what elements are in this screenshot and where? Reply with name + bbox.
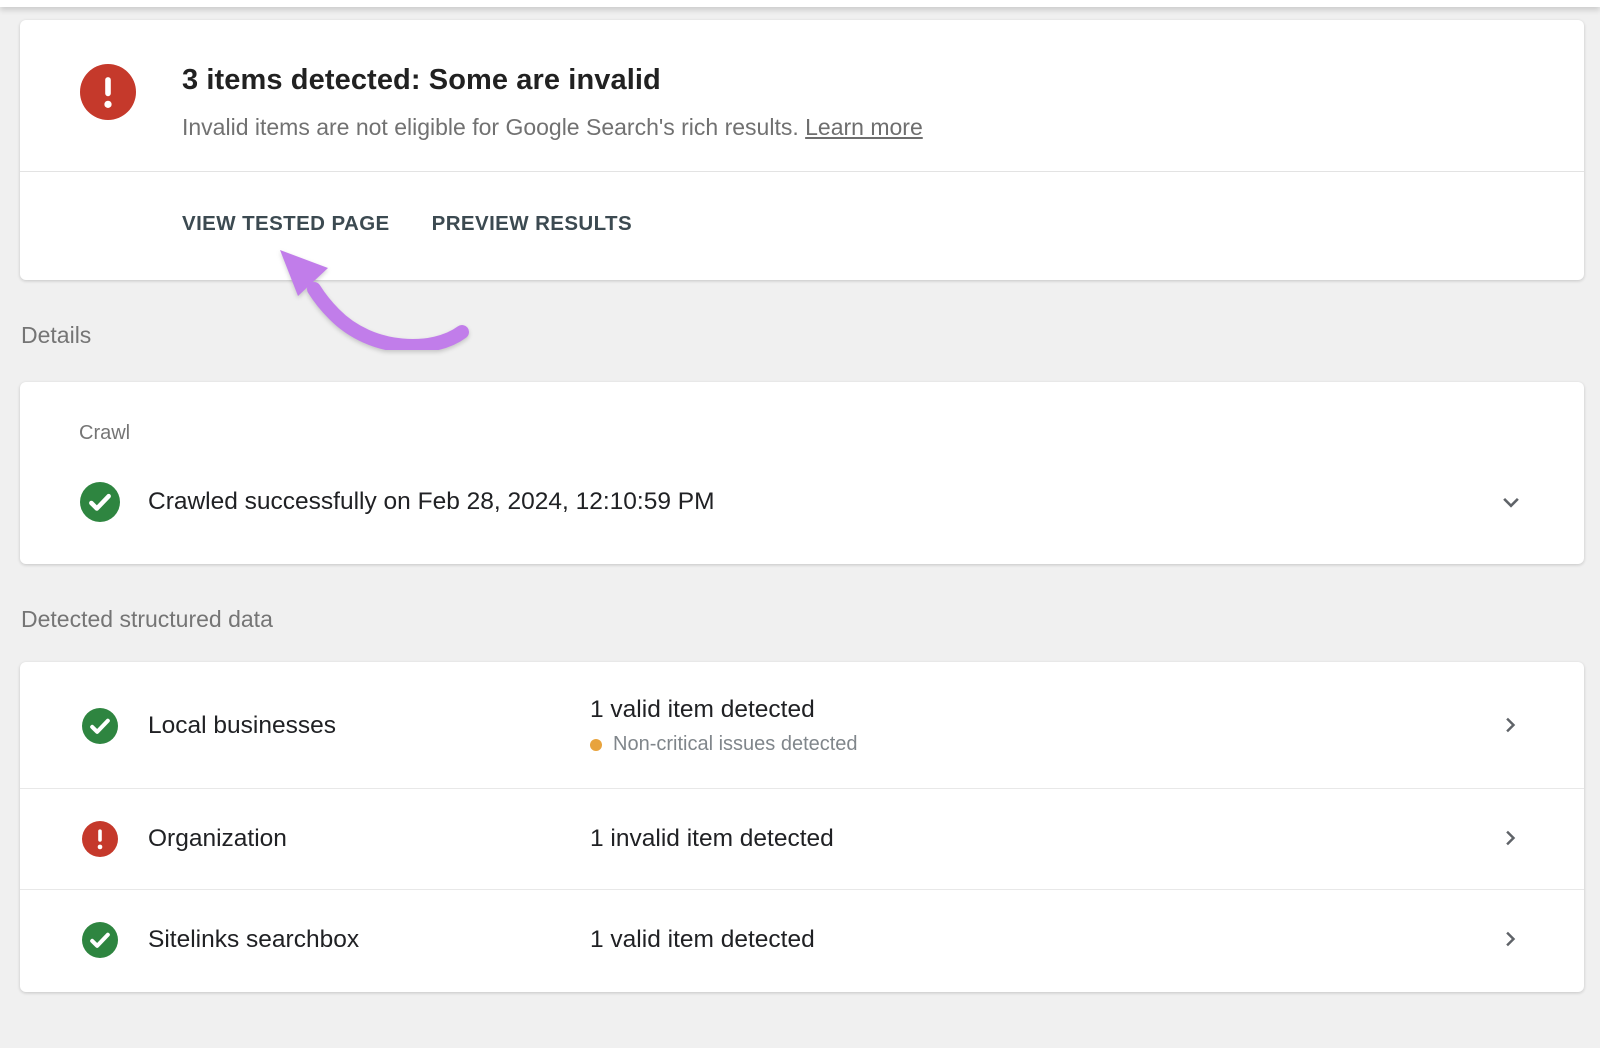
summary-title: 3 items detected: Some are invalid [182, 64, 923, 97]
structured-data-list: Local businesses 1 valid item detected N… [20, 662, 1584, 992]
chevron-right-icon[interactable] [1496, 925, 1526, 955]
row-substatus-text: Non-critical issues detected [613, 733, 858, 756]
row-status-column: 1 valid item detected Non-critical issue… [590, 696, 1496, 756]
row-name: Organization [148, 825, 590, 853]
row-status-column: 1 valid item detected [590, 926, 1496, 954]
crawl-status-row[interactable]: Crawled successfully on Feb 28, 2024, 12… [20, 482, 1584, 522]
success-icon [82, 922, 118, 958]
summary-actions: VIEW TESTED PAGE PREVIEW RESULTS [20, 171, 1584, 280]
summary-text: 3 items detected: Some are invalid Inval… [182, 62, 923, 141]
crawl-status-text: Crawled successfully on Feb 28, 2024, 12… [148, 488, 1496, 516]
row-substatus: Non-critical issues detected [590, 733, 1496, 756]
summary-head: 3 items detected: Some are invalid Inval… [20, 20, 1584, 171]
structured-data-row-local-businesses[interactable]: Local businesses 1 valid item detected N… [20, 664, 1584, 788]
crawl-label: Crawl [79, 422, 1584, 445]
structured-data-section-label: Detected structured data [21, 606, 1600, 633]
result-summary-card: 3 items detected: Some are invalid Inval… [20, 20, 1584, 280]
chevron-right-icon[interactable] [1496, 711, 1526, 741]
chevron-down-icon[interactable] [1496, 487, 1526, 517]
row-status: 1 valid item detected [590, 696, 1496, 724]
summary-subtitle-text: Invalid items are not eligible for Googl… [182, 114, 799, 140]
learn-more-link[interactable]: Learn more [805, 114, 923, 140]
crawl-card: Crawl Crawled successfully on Feb 28, 20… [20, 382, 1584, 564]
error-icon [80, 64, 136, 120]
error-icon [82, 821, 118, 857]
structured-data-row-sitelinks-searchbox[interactable]: Sitelinks searchbox 1 valid item detecte… [20, 889, 1584, 990]
structured-data-row-organization[interactable]: Organization 1 invalid item detected [20, 788, 1584, 889]
row-status: 1 invalid item detected [590, 825, 1496, 853]
view-tested-page-button[interactable]: VIEW TESTED PAGE [182, 212, 390, 236]
summary-subtitle: Invalid items are not eligible for Googl… [182, 114, 923, 141]
top-bar-shadow [0, 0, 1600, 7]
success-icon [80, 482, 120, 522]
success-icon [82, 708, 118, 744]
row-status: 1 valid item detected [590, 926, 1496, 954]
row-status-column: 1 invalid item detected [590, 825, 1496, 853]
amber-dot-icon [590, 739, 602, 751]
details-section-label: Details [21, 322, 1600, 349]
chevron-right-icon[interactable] [1496, 824, 1526, 854]
row-name: Sitelinks searchbox [148, 926, 590, 954]
preview-results-button[interactable]: PREVIEW RESULTS [432, 212, 632, 236]
row-name: Local businesses [148, 712, 590, 740]
